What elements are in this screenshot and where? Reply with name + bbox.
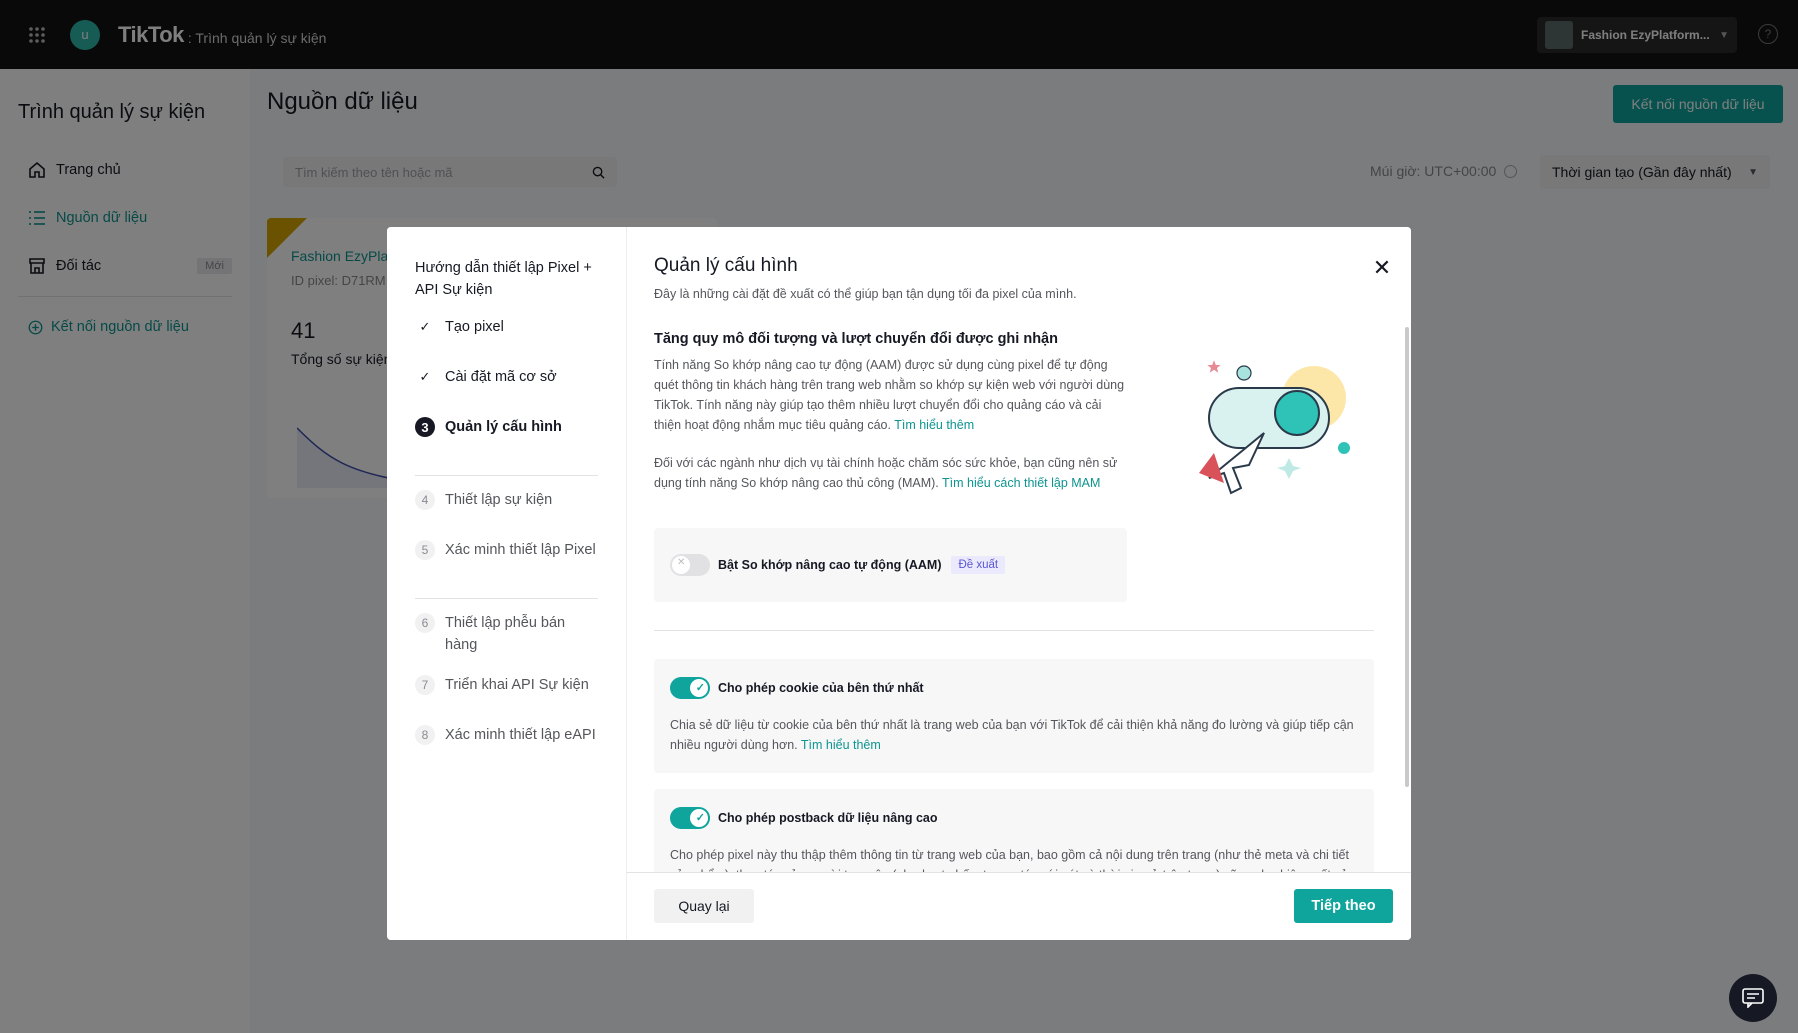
next-button[interactable]: Tiếp theo (1294, 889, 1393, 923)
first-party-cookie-label: Cho phép cookie của bên thứ nhất (718, 681, 924, 695)
step-label: Thiết lập sự kiện (445, 492, 553, 508)
step-number: 8 (415, 725, 435, 745)
step-label: Xác minh thiết lập Pixel (445, 542, 596, 558)
modal-footer: Quay lại Tiếp theo (627, 872, 1411, 940)
chat-icon (1742, 988, 1764, 1008)
first-party-cookie-option: ✓ Cho phép cookie của bên thứ nhất Chia … (654, 659, 1374, 773)
step-setup-events: 4 Thiết lập sự kiện (415, 490, 598, 540)
x-icon: ✕ (677, 557, 686, 568)
advanced-postback-label: Cho phép postback dữ liệu nâng cao (718, 811, 938, 825)
step-number: 5 (415, 540, 435, 560)
section-text: Tính năng So khớp nâng cao tự động (AAM)… (654, 355, 1129, 503)
step-create-pixel: ✓ Tạo pixel (415, 317, 598, 367)
learn-more-link[interactable]: Tìm hiểu thêm (801, 738, 881, 752)
step-verify-pixel: 5 Xác minh thiết lập Pixel (415, 540, 598, 590)
config-scroll-area[interactable]: Quản lý cấu hình Đây là những cài đặt đề… (627, 227, 1411, 872)
step-label: Thiết lập phễu bán hàng (445, 615, 566, 653)
check-icon: ✓ (419, 369, 431, 384)
toggle-illustration (1199, 360, 1350, 495)
check-icon: ✓ (419, 319, 431, 334)
step-label: Tạo pixel (445, 319, 504, 335)
aam-toggle-box: ✕ Bật So khớp nâng cao tự động (AAM) Đề … (654, 528, 1127, 602)
config-content: Quản lý cấu hình Đây là những cài đặt đề… (627, 227, 1411, 940)
step-number: 6 (415, 613, 435, 633)
option-header: ✓ Cho phép postback dữ liệu nâng cao (670, 807, 1358, 829)
advanced-postback-desc: Cho phép pixel này thu thập thêm thông t… (670, 848, 1354, 872)
recommended-badge: Đề xuất (951, 556, 1006, 574)
aam-toggle-label: Bật So khớp nâng cao tự động (AAM) (718, 558, 942, 572)
section-divider (654, 630, 1374, 631)
advanced-postback-option: ✓ Cho phép postback dữ liệu nâng cao Cho… (654, 789, 1374, 872)
steps-title: Hướng dẫn thiết lập Pixel + API Sự kiện (415, 260, 592, 298)
step-label: Cài đặt mã cơ sở (445, 369, 557, 385)
advanced-postback-toggle[interactable]: ✓ (670, 807, 710, 829)
cookie-description: Chia sẻ dữ liệu từ cookie của bên thứ nh… (670, 718, 1354, 752)
step-label: Xác minh thiết lập eAPI (445, 727, 596, 743)
option-header: ✓ Cho phép cookie của bên thứ nhất (670, 677, 1358, 699)
aam-toggle[interactable]: ✕ (670, 554, 710, 576)
step-number: 4 (415, 490, 435, 510)
scrollbar[interactable] (1405, 327, 1409, 787)
step-sales-funnel: 6 Thiết lập phễu bán hàng (415, 613, 598, 675)
close-icon[interactable]: ✕ (1371, 255, 1393, 280)
chat-support-button[interactable] (1729, 974, 1777, 1022)
modal-subtitle: Đây là những cài đặt đề xuất có thể giúp… (654, 287, 1077, 301)
step-verify-eapi: 8 Xác minh thiết lập eAPI (415, 725, 598, 775)
setup-steps-panel: Hướng dẫn thiết lập Pixel + API Sự kiện … (387, 227, 627, 940)
aam-description: Tính năng So khớp nâng cao tự động (AAM)… (654, 358, 1125, 432)
section-title: Tăng quy mô đối tượng và lượt chuyển đổi… (654, 331, 1058, 347)
step-label: Triển khai API Sự kiện (445, 677, 589, 693)
section-body: Tính năng So khớp nâng cao tự động (AAM)… (654, 355, 1384, 503)
steps-divider (415, 475, 598, 476)
setup-modal: Hướng dẫn thiết lập Pixel + API Sự kiện … (387, 227, 1411, 940)
first-party-cookie-desc: Chia sẻ dữ liệu từ cookie của bên thứ nh… (670, 715, 1358, 755)
step-label: Quản lý cấu hình (445, 419, 562, 435)
step-install-base-code: ✓ Cài đặt mã cơ sở (415, 367, 598, 417)
step-deploy-events-api: 7 Triển khai API Sự kiện (415, 675, 598, 725)
step-number: 7 (415, 675, 435, 695)
first-party-cookie-toggle[interactable]: ✓ (670, 677, 710, 699)
learn-more-link[interactable]: Tìm hiểu thêm (894, 418, 974, 432)
mam-setup-link[interactable]: Tìm hiểu cách thiết lập MAM (942, 476, 1100, 490)
check-icon: ✓ (695, 682, 705, 694)
check-icon: ✓ (695, 812, 705, 824)
modal-title: Quản lý cấu hình (654, 255, 798, 276)
back-button[interactable]: Quay lại (654, 889, 754, 923)
steps-divider (415, 598, 598, 599)
step-manage-config: 3 Quản lý cấu hình (415, 417, 598, 467)
step-number: 3 (415, 417, 435, 437)
